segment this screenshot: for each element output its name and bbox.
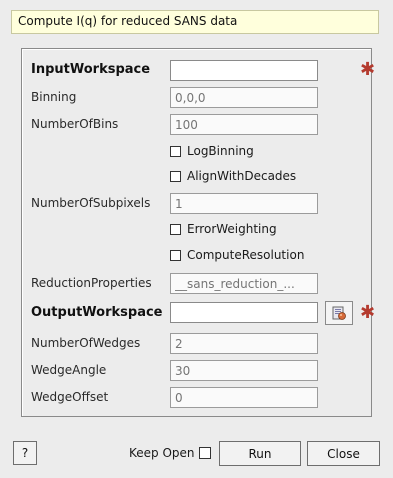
log-binning-checkbox[interactable]: LogBinning (170, 144, 254, 158)
checkbox-box[interactable] (170, 145, 181, 157)
number-of-bins-label: NumberOfBins (31, 117, 119, 131)
number-of-wedges-field[interactable] (170, 333, 318, 354)
wedge-angle-label: WedgeAngle (31, 363, 107, 377)
align-with-decades-label: AlignWithDecades (187, 169, 297, 183)
compute-resolution-checkbox[interactable]: ComputeResolution (170, 248, 304, 262)
required-star-icon: ✱ (360, 59, 376, 80)
workspace-browse-icon (332, 306, 346, 320)
wedge-offset-label: WedgeOffset (31, 390, 109, 404)
wedge-angle-field[interactable] (170, 360, 318, 381)
run-button[interactable]: Run (219, 441, 301, 466)
reduction-properties-field[interactable] (170, 273, 318, 294)
binning-field[interactable] (170, 87, 318, 108)
compute-resolution-label: ComputeResolution (187, 248, 305, 262)
browse-workspace-button[interactable] (325, 301, 353, 325)
required-star-icon: ✱ (360, 302, 376, 323)
close-button[interactable]: Close (307, 441, 380, 466)
binning-label: Binning (31, 90, 77, 104)
input-workspace-label: InputWorkspace (31, 62, 151, 77)
keep-open-label: Keep Open (129, 446, 195, 460)
error-weighting-label: ErrorWeighting (187, 222, 277, 236)
number-of-wedges-label: NumberOfWedges (31, 336, 141, 350)
reduction-properties-label: ReductionProperties (31, 276, 152, 290)
checkbox-box[interactable] (170, 249, 181, 261)
number-of-subpixels-field[interactable] (170, 193, 318, 214)
output-workspace-label: OutputWorkspace (31, 305, 163, 320)
keep-open-checkbox[interactable] (198, 447, 211, 459)
checkbox-box[interactable] (170, 170, 181, 182)
algorithm-description: Compute I(q) for reduced SANS data (11, 10, 379, 34)
log-binning-label: LogBinning (187, 144, 254, 158)
wedge-offset-field[interactable] (170, 387, 318, 408)
error-weighting-checkbox[interactable]: ErrorWeighting (170, 222, 277, 236)
number-of-subpixels-label: NumberOfSubpixels (31, 196, 151, 210)
checkbox-box[interactable] (170, 223, 181, 235)
help-button[interactable]: ? (13, 441, 37, 465)
keep-open-toggle[interactable]: Keep Open (129, 446, 211, 460)
output-workspace-field[interactable] (170, 302, 318, 323)
number-of-bins-field[interactable] (170, 114, 318, 135)
align-with-decades-checkbox[interactable]: AlignWithDecades (170, 169, 296, 183)
input-workspace-field[interactable] (170, 60, 318, 81)
